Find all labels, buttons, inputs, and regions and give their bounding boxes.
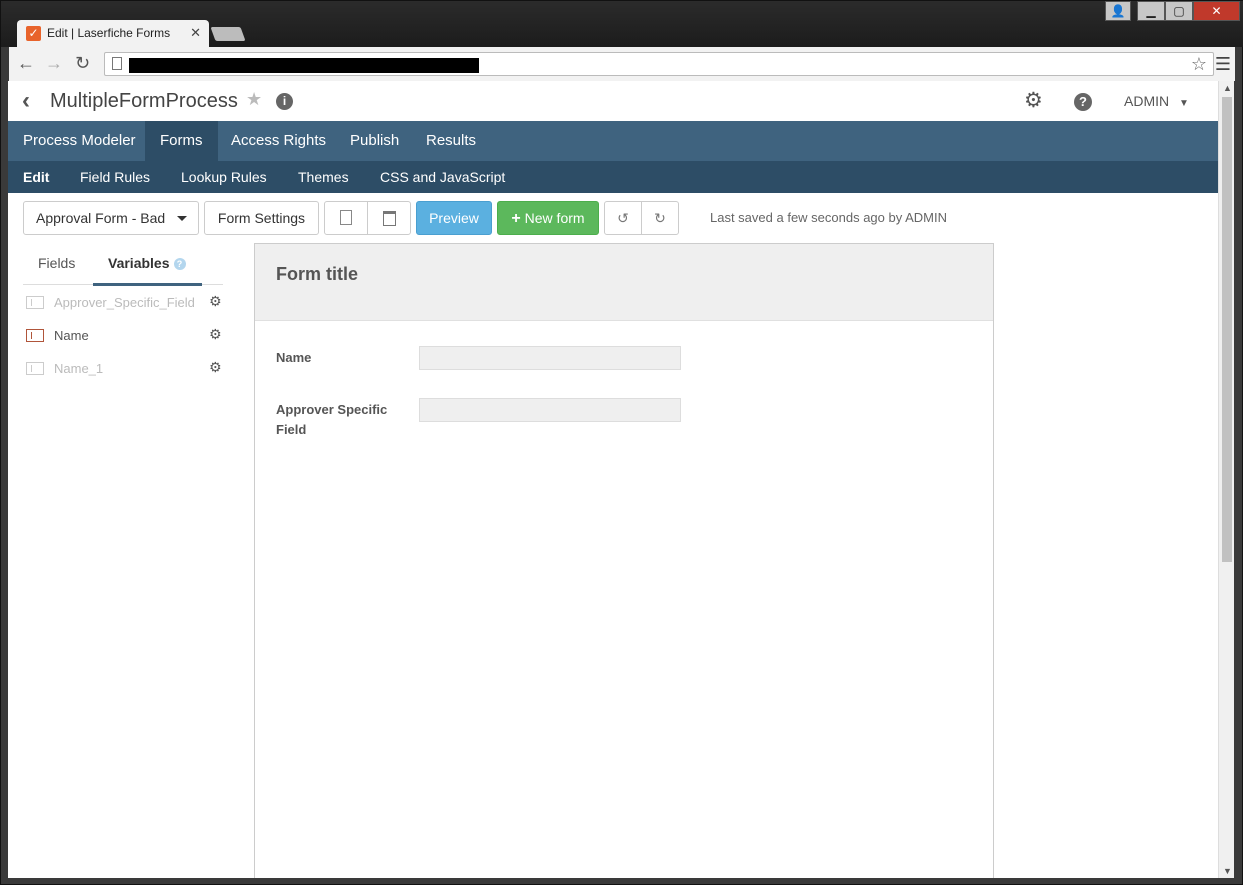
help-icon[interactable]: ? (173, 258, 186, 270)
close-window-icon[interactable]: ✕ (1193, 1, 1240, 21)
new-form-label: New form (524, 210, 585, 226)
new-form-button[interactable]: + New form (497, 201, 599, 235)
variable-label: Name (54, 328, 89, 343)
bookmark-star-icon[interactable]: ☆ (1191, 54, 1207, 75)
delete-form-button[interactable] (367, 201, 411, 235)
nav-results[interactable]: Results (411, 121, 491, 161)
page-viewport: ‹ MultipleFormProcess ★ i ⚙ ? ADMIN ▼ Pr… (8, 81, 1218, 878)
chevron-left-icon[interactable]: ‹ (22, 87, 30, 115)
subnav-field-rules[interactable]: Field Rules (80, 161, 150, 193)
browser-toolbar: ← → ↻ ☆ ☰ (9, 47, 1235, 81)
redo-icon: ↻ (654, 210, 666, 226)
caret-down-icon: ▼ (1179, 98, 1189, 109)
info-icon[interactable]: i (276, 93, 293, 110)
nav-access-rights[interactable]: Access Rights (216, 121, 341, 161)
user-menu[interactable]: ADMIN ▼ (1124, 93, 1189, 109)
app-header: ‹ MultipleFormProcess ★ i ⚙ ? ADMIN ▼ (8, 81, 1218, 121)
text-field-icon (26, 362, 44, 375)
active-tab-indicator (93, 283, 202, 286)
form-select-dropdown[interactable]: Approval Form - Bad (23, 201, 199, 235)
undo-icon: ↺ (617, 210, 629, 226)
reload-icon[interactable]: ↻ (75, 53, 90, 74)
tab-fields[interactable]: Fields (38, 255, 75, 271)
copy-icon (336, 207, 352, 225)
maximize-icon[interactable]: ▢ (1165, 1, 1193, 21)
address-bar[interactable]: ☆ (104, 52, 1214, 76)
nav-forms[interactable]: Forms (145, 121, 218, 161)
user-name: ADMIN (1124, 93, 1170, 109)
form-title[interactable]: Form title (276, 264, 358, 285)
variable-item[interactable]: Name_1 ⚙ (23, 358, 223, 380)
subnav-themes[interactable]: Themes (298, 161, 349, 193)
tab-variables[interactable]: Variables? (108, 255, 186, 271)
redo-button[interactable]: ↻ (641, 201, 679, 235)
preview-button[interactable]: Preview (416, 201, 492, 235)
page-icon (112, 57, 122, 70)
last-saved-status: Last saved a few seconds ago by ADMIN (710, 210, 948, 225)
browser-tab[interactable]: ✓ Edit | Laserfiche Forms ✕ (17, 20, 209, 47)
form-canvas[interactable]: Form title Name Approver Specific Field (254, 243, 994, 878)
text-field-icon (26, 329, 44, 342)
vertical-scrollbar[interactable]: ▲ ▼ (1218, 81, 1234, 878)
help-icon[interactable]: ? (1074, 93, 1092, 111)
scroll-thumb[interactable] (1222, 97, 1232, 562)
close-icon[interactable]: ✕ (190, 25, 201, 41)
scroll-up-icon[interactable]: ▲ (1223, 83, 1232, 93)
back-arrow-icon[interactable]: ← (17, 53, 35, 74)
form-header[interactable]: Form title (255, 244, 993, 321)
copy-form-button[interactable] (324, 201, 368, 235)
hamburger-menu-icon[interactable]: ☰ (1215, 54, 1231, 75)
form-settings-button[interactable]: Form Settings (204, 201, 319, 235)
forward-arrow-icon[interactable]: → (45, 53, 63, 74)
variable-item[interactable]: Approver_Specific_Field ⚙ (23, 292, 223, 314)
name-field[interactable] (419, 346, 681, 370)
form-select-label: Approval Form - Bad (36, 210, 166, 226)
field-label-approver-specific: Approver Specific Field (276, 402, 388, 437)
caret-down-icon (177, 216, 187, 221)
text-field-icon (26, 296, 44, 309)
gear-icon[interactable]: ⚙ (209, 359, 222, 376)
undo-button[interactable]: ↺ (604, 201, 642, 235)
process-title: MultipleFormProcess (50, 90, 238, 112)
gear-icon[interactable]: ⚙ (1024, 88, 1043, 113)
subnav-css-javascript[interactable]: CSS and JavaScript (380, 161, 505, 193)
variable-item[interactable]: Name ⚙ (23, 325, 223, 347)
trash-icon (382, 211, 396, 226)
gear-icon[interactable]: ⚙ (209, 326, 222, 343)
variable-label: Name_1 (54, 361, 104, 376)
field-label-name: Name (276, 350, 312, 365)
sub-nav: Edit Field Rules Lookup Rules Themes CSS… (8, 161, 1218, 193)
checkmark-icon: ✓ (26, 26, 41, 41)
redacted-url (129, 58, 479, 73)
minimize-icon[interactable]: ▁ (1137, 1, 1165, 21)
favorite-star-icon[interactable]: ★ (246, 89, 262, 110)
tab-strip: ✓ Edit | Laserfiche Forms ✕ 👤 ▁ ▢ ✕ (1, 1, 1243, 47)
main-nav: Process Modeler Forms Access Rights Publ… (8, 121, 1218, 161)
new-tab-button[interactable] (210, 27, 246, 41)
user-icon[interactable]: 👤 (1105, 1, 1131, 21)
nav-publish[interactable]: Publish (335, 121, 414, 161)
scroll-down-icon[interactable]: ▼ (1223, 866, 1232, 876)
plus-icon: + (511, 210, 521, 227)
subnav-lookup-rules[interactable]: Lookup Rules (181, 161, 267, 193)
nav-process-modeler[interactable]: Process Modeler (8, 121, 151, 161)
tab-title: Edit | Laserfiche Forms (47, 26, 171, 40)
approver-specific-field[interactable] (419, 398, 681, 422)
variable-label: Approver_Specific_Field (54, 295, 195, 310)
gear-icon[interactable]: ⚙ (209, 293, 222, 310)
tab-variables-label: Variables (108, 255, 170, 271)
subnav-edit[interactable]: Edit (23, 161, 49, 193)
